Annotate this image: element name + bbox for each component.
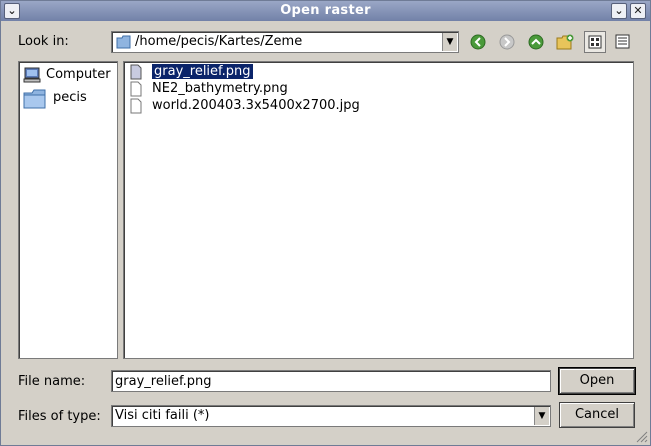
file-row[interactable]: NE2_bathymetry.png xyxy=(128,81,458,98)
place-label: pecis xyxy=(53,90,87,105)
file-name-label: File name: xyxy=(18,374,86,389)
list-view-icon xyxy=(588,35,602,49)
open-button[interactable]: Open xyxy=(558,367,636,395)
back-button[interactable] xyxy=(467,31,489,53)
file-row[interactable]: gray_relief.png xyxy=(128,63,458,81)
forward-icon xyxy=(499,34,515,50)
minimize-icon[interactable]: ⌄ xyxy=(611,3,627,19)
look-in-path: /home/pecis/Kartes/Zeme xyxy=(135,34,303,49)
detail-view-button[interactable] xyxy=(612,31,634,53)
places-sidebar: Computer pecis xyxy=(18,61,118,359)
look-in-label: Look in: xyxy=(18,34,69,49)
file-name-field[interactable]: gray_relief.png xyxy=(111,370,551,392)
up-icon xyxy=(528,34,544,50)
chevron-down-icon[interactable]: ▼ xyxy=(534,407,549,425)
file-type-combo[interactable]: Visi citi faili (*) ▼ xyxy=(111,405,551,427)
file-name: world.200403.3x5400x2700.jpg xyxy=(152,98,360,113)
open-raster-dialog: ⌄ Open raster ⌄ ✕ Look in: /home/pecis/K… xyxy=(0,0,651,446)
close-icon[interactable]: ✕ xyxy=(630,3,646,19)
file-row[interactable]: world.200403.3x5400x2700.jpg xyxy=(128,98,458,115)
title-bar[interactable]: ⌄ Open raster ⌄ ✕ xyxy=(1,1,650,21)
computer-icon xyxy=(23,67,41,83)
file-name: NE2_bathymetry.png xyxy=(152,81,288,96)
up-button[interactable] xyxy=(525,31,547,53)
file-icon xyxy=(130,98,142,114)
back-icon xyxy=(470,34,486,50)
resize-grip-icon[interactable] xyxy=(633,428,649,444)
detail-view-icon xyxy=(615,34,630,49)
folder-icon xyxy=(116,35,131,49)
new-folder-icon xyxy=(556,34,574,50)
file-icon xyxy=(130,81,142,97)
file-type-value: Visi citi faili (*) xyxy=(115,408,210,423)
file-icon xyxy=(130,64,142,80)
chevron-down-icon[interactable]: ▼ xyxy=(442,33,457,51)
file-name-value: gray_relief.png xyxy=(115,374,212,389)
forward-button[interactable] xyxy=(496,31,518,53)
look-in-combo[interactable]: /home/pecis/Kartes/Zeme ▼ xyxy=(111,31,459,53)
file-list: gray_relief.png NE2_bathymetry.png world… xyxy=(123,61,634,359)
place-label: Computer xyxy=(46,67,111,82)
window-title: Open raster xyxy=(280,3,371,18)
list-view-button[interactable] xyxy=(584,31,606,53)
file-type-label: Files of type: xyxy=(18,409,101,424)
file-name: gray_relief.png xyxy=(151,63,254,80)
cancel-button[interactable]: Cancel xyxy=(559,402,635,428)
folder-icon xyxy=(23,89,46,109)
new-folder-button[interactable] xyxy=(554,31,576,53)
